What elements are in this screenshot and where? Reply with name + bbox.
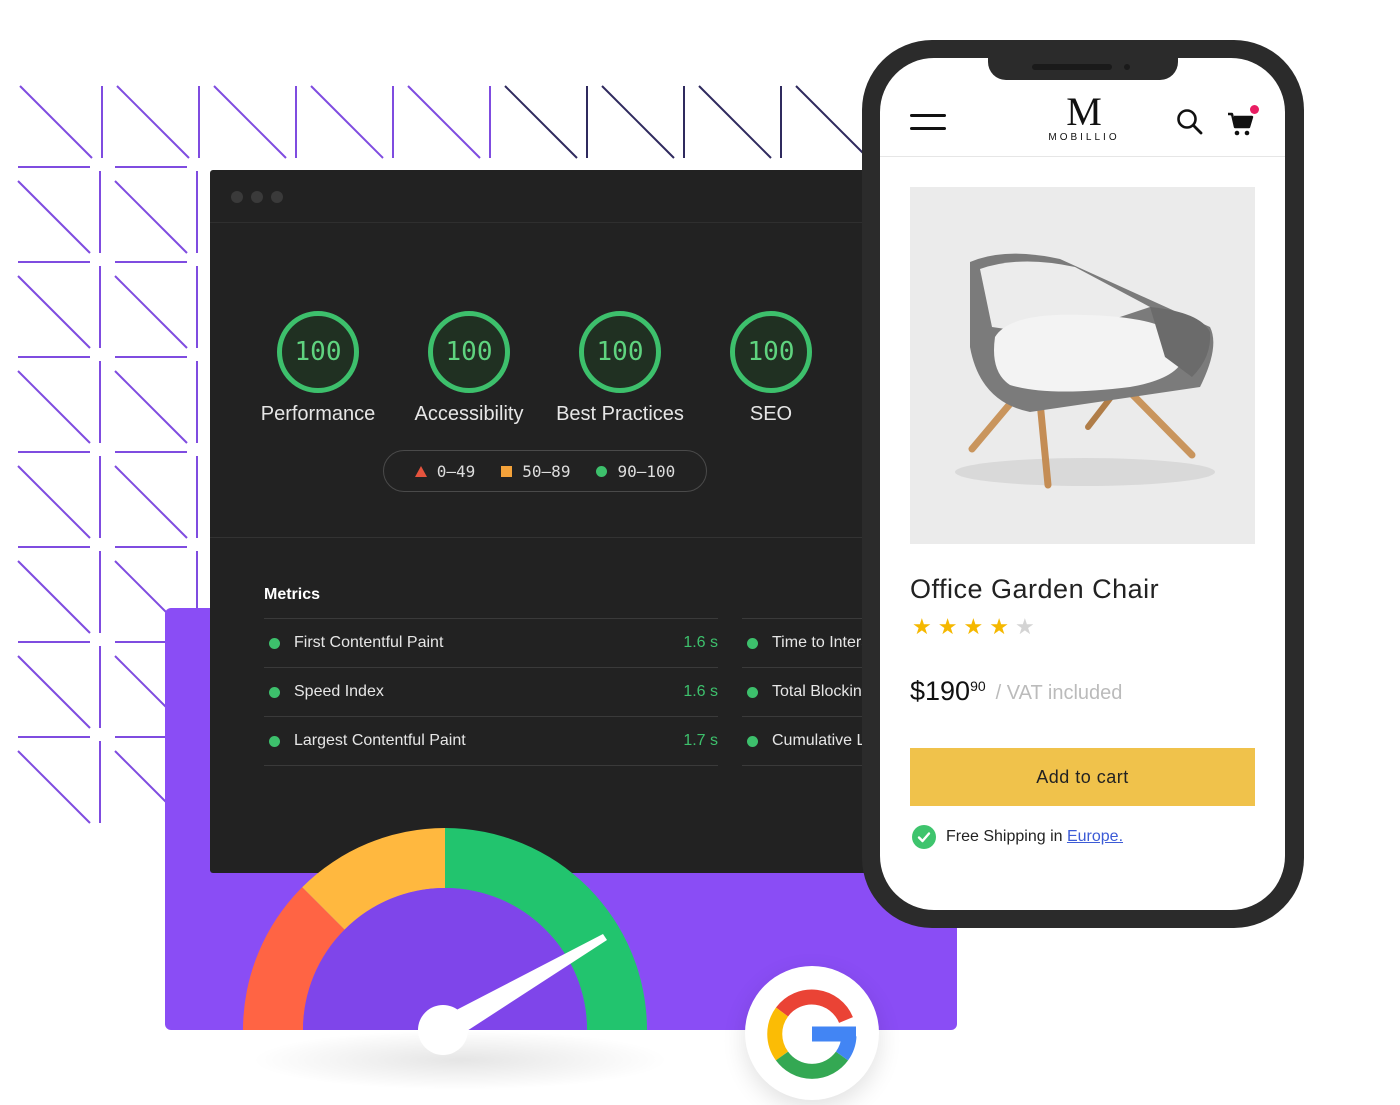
speaker-grill — [1032, 64, 1112, 70]
window-dot — [251, 191, 263, 203]
score-best-practices[interactable]: 100 — [579, 311, 661, 393]
legend-item: 50–89 — [501, 462, 570, 481]
orange-square-icon — [501, 465, 513, 477]
price-main: $190 — [910, 676, 971, 706]
star-icon: ★ — [1014, 614, 1035, 639]
brand-logo[interactable]: M — [1044, 90, 1124, 134]
armchair-image — [955, 253, 1215, 489]
green-circle-icon — [747, 686, 758, 698]
metric-row[interactable]: Cumulative Layout Shift — [742, 716, 870, 766]
score-accessibility[interactable]: 100 — [428, 311, 510, 393]
score-label: SEO — [749, 403, 793, 425]
metric-value: 1.6 s — [683, 634, 718, 651]
price-cents: 90 — [970, 678, 986, 694]
star-icon: ★ — [937, 614, 958, 639]
shipping-text: Free Shipping in — [946, 828, 1063, 845]
score-seo[interactable]: 100 — [730, 311, 812, 393]
phone-notch — [988, 58, 1178, 80]
green-circle-icon — [596, 465, 608, 477]
legend-range: 90–100 — [617, 461, 676, 481]
metric-name: Time to Interactive — [772, 634, 870, 651]
google-badge — [745, 966, 879, 1100]
camera-dot — [1124, 64, 1130, 70]
metrics-title: Metrics — [264, 586, 321, 603]
green-circle-icon — [747, 735, 758, 747]
metric-row[interactable]: Speed Index 1.6 s — [264, 667, 718, 716]
score-gauge: 100 — [428, 311, 510, 393]
star-icon: ★ — [989, 614, 1009, 639]
cart-badge — [1250, 105, 1259, 114]
section-divider — [210, 537, 870, 538]
shipping-region-link[interactable]: Europe. — [1067, 828, 1123, 845]
metric-name: First Contentful Paint — [294, 634, 444, 651]
metric-row[interactable]: Time to Interactive — [742, 618, 870, 667]
metrics-right-column: Time to Interactive Total Blocking Time … — [742, 618, 870, 766]
window-titlebar — [210, 170, 870, 223]
window-dot — [271, 191, 283, 203]
red-triangle-icon — [414, 465, 427, 477]
metric-name: Total Blocking Time — [772, 683, 870, 700]
score-gauge: 100 — [277, 311, 359, 393]
green-circle-icon — [269, 686, 280, 698]
metric-name: Speed Index — [294, 683, 384, 700]
hamburger-menu-icon[interactable] — [910, 114, 946, 134]
google-g-icon — [767, 989, 857, 1079]
brand-name: MOBILLIO — [1048, 132, 1120, 143]
metric-row[interactable]: Total Blocking Time — [742, 667, 870, 716]
star-icon: ★ — [963, 614, 984, 639]
green-circle-icon — [269, 637, 280, 649]
header-divider — [880, 156, 1285, 157]
score-legend: 0–49 50–89 90–100 — [383, 450, 707, 492]
shipping-info: Free Shipping in Europe. — [912, 825, 1123, 849]
gauge-pivot — [418, 1005, 468, 1055]
score-gauge: 100 — [579, 311, 661, 393]
lighthouse-report-window: 100 Performance 100 Accessibility 100 Be… — [210, 170, 870, 873]
speedometer-gauge — [243, 828, 647, 1055]
metric-row[interactable]: Largest Contentful Paint 1.7 s — [264, 716, 718, 766]
legend-item: 90–100 — [596, 462, 675, 481]
score-performance[interactable]: 100 — [277, 311, 359, 393]
window-dot — [231, 191, 243, 203]
product-image[interactable] — [910, 187, 1255, 544]
score-gauge: 100 — [730, 311, 812, 393]
product-title: Office Garden Chair — [910, 574, 1160, 604]
price-row: $190 90 / VAT included — [910, 676, 1122, 707]
metrics-left-column: First Contentful Paint 1.6 s Speed Index… — [264, 618, 718, 766]
green-circle-icon — [747, 637, 758, 649]
rating-stars: ★ ★ ★ ★ ★ — [912, 616, 1035, 638]
metric-value: 1.6 s — [683, 683, 718, 700]
search-icon[interactable] — [1176, 108, 1204, 136]
legend-range: 0–49 — [436, 461, 476, 481]
add-to-cart-button[interactable]: Add to cart — [910, 748, 1255, 806]
metric-name: Cumulative Layout Shift — [772, 732, 870, 749]
metric-row[interactable]: First Contentful Paint 1.6 s — [264, 618, 718, 667]
price-note: / VAT included — [995, 682, 1123, 704]
check-circle-icon — [912, 825, 936, 849]
star-icon: ★ — [912, 614, 932, 639]
phone-screen: M MOBILLIO Office Garden Chair ★ ★ ★ ★ ★… — [880, 58, 1285, 910]
legend-range: 50–89 — [522, 461, 571, 481]
metric-name: Largest Contentful Paint — [294, 732, 466, 749]
green-circle-icon — [269, 735, 280, 747]
legend-item: 0–49 — [414, 461, 476, 481]
metric-value: 1.7 s — [683, 732, 718, 749]
